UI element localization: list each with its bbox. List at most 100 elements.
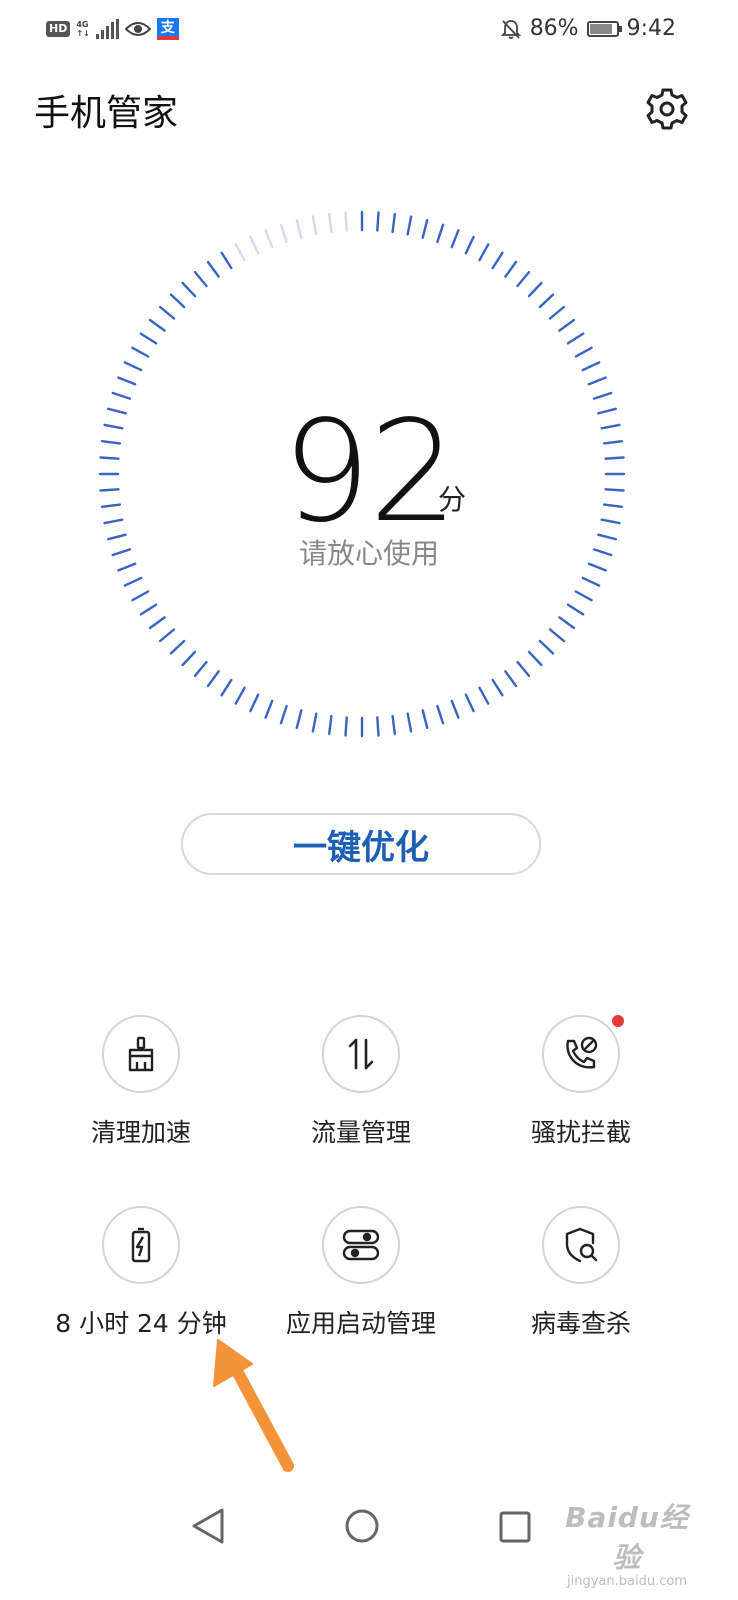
score-tick — [220, 251, 233, 270]
score-tick — [581, 576, 601, 587]
feature-circle — [542, 1206, 620, 1284]
feature-label: 骚扰拦截 — [530, 1118, 631, 1147]
score-tick — [464, 235, 475, 255]
score-tick — [169, 293, 186, 309]
score-tick — [516, 660, 531, 678]
feature-label: 清理加速 — [90, 1118, 191, 1147]
score-tick — [558, 318, 576, 332]
page-title: 手机管家 — [34, 93, 179, 134]
status-right: 86% 9:42 — [500, 16, 676, 41]
feature-label: 应用启动管理 — [285, 1309, 436, 1338]
feature-data-management[interactable]: 流量管理 — [251, 1015, 471, 1149]
score-tick — [450, 229, 460, 249]
score-tick — [206, 260, 220, 278]
score-tick — [491, 678, 504, 697]
score-tick — [491, 251, 504, 270]
score-tick — [327, 212, 333, 234]
nav-recent-button[interactable] — [498, 1510, 532, 1544]
score-tick — [478, 686, 490, 705]
score-tick — [148, 318, 166, 332]
score-tick — [478, 243, 490, 262]
feature-virus-scan[interactable]: 病毒查杀 — [471, 1206, 691, 1340]
notification-dot — [612, 1015, 624, 1027]
score-tick — [158, 628, 176, 643]
shield-search-icon — [565, 1227, 598, 1263]
score-tick — [220, 678, 233, 697]
score-tick — [406, 712, 413, 733]
score-tick — [193, 660, 208, 678]
settings-button[interactable] — [644, 86, 690, 132]
score-tick — [344, 211, 348, 232]
nav-home-button[interactable] — [344, 1508, 380, 1544]
data-traffic-icon — [348, 1038, 374, 1070]
score-tick — [249, 693, 260, 713]
score-tick — [421, 218, 429, 239]
feature-cleanup[interactable]: 清理加速 — [31, 1015, 251, 1149]
score-tick — [131, 346, 150, 358]
score-tick — [264, 699, 274, 719]
score-tick — [581, 361, 601, 372]
battery-icon — [586, 20, 622, 37]
one-click-optimize-button[interactable]: 一键优化 — [181, 813, 541, 875]
watermark-url: jingyan.baidu.com — [567, 1574, 687, 1589]
score-unit: 分 — [438, 483, 467, 516]
score-tick — [193, 270, 208, 288]
feature-harassment-block[interactable]: 骚扰拦截 — [471, 1015, 691, 1149]
score-tick — [548, 628, 566, 643]
score-tick — [527, 281, 543, 298]
score-tick — [279, 223, 288, 244]
score-tick — [169, 639, 186, 655]
score-tick — [504, 670, 518, 688]
score-tick — [249, 235, 260, 255]
feature-circle — [322, 1206, 400, 1284]
score-tick — [123, 576, 143, 587]
score-tick — [139, 332, 158, 345]
feature-circle — [542, 1015, 624, 1093]
feature-battery[interactable]: 8 小时 24 分钟 — [31, 1206, 251, 1340]
feature-label: 流量管理 — [310, 1118, 411, 1147]
score-tick — [311, 712, 318, 733]
score-tick — [234, 243, 246, 262]
score-value: 92 — [281, 391, 458, 554]
recent-apps-icon — [499, 1511, 531, 1543]
score-tick — [574, 590, 593, 602]
score-tick — [391, 714, 396, 736]
score-tick — [450, 699, 460, 719]
feature-circle — [102, 1015, 180, 1093]
score-tick — [131, 590, 150, 602]
score-tick — [527, 650, 543, 667]
score-tick — [566, 603, 585, 616]
score-tick — [206, 670, 220, 688]
score-tick — [139, 603, 158, 616]
score-tick — [391, 212, 396, 234]
score-tick — [504, 260, 518, 278]
feature-circle — [102, 1206, 180, 1284]
clock: 9:42 — [626, 16, 676, 41]
nav-back-button[interactable] — [190, 1506, 226, 1546]
score-tick — [538, 639, 555, 655]
annotation-arrow-icon — [213, 1339, 294, 1472]
hd-voice-icon: HD — [46, 21, 71, 37]
status-left: HD 4G ↑↓ 支 — [46, 18, 179, 40]
score-tick — [376, 211, 380, 232]
score-tick — [117, 376, 137, 386]
score-tick — [436, 704, 445, 725]
blocked-call-icon — [566, 1036, 598, 1069]
app-launch-icon — [342, 1229, 380, 1261]
score-tick — [538, 293, 555, 309]
score-tick — [574, 346, 593, 358]
bell-muted-icon — [500, 19, 521, 39]
feature-app-launch[interactable]: 应用启动管理 — [251, 1206, 471, 1340]
feature-label: 8 小时 24 分钟 — [55, 1309, 227, 1338]
network-type-icon: 4G ↑↓ — [76, 20, 90, 38]
score-tick — [295, 218, 303, 239]
alipay-notification-icon: 支 — [156, 18, 179, 40]
score-tick — [181, 650, 197, 667]
score-tick — [566, 332, 585, 345]
score-tick — [234, 686, 246, 705]
score-tick — [464, 693, 475, 713]
score-tick — [376, 716, 380, 737]
score-tick — [295, 709, 303, 729]
broom-icon — [128, 1036, 154, 1072]
feature-circle — [322, 1015, 400, 1093]
